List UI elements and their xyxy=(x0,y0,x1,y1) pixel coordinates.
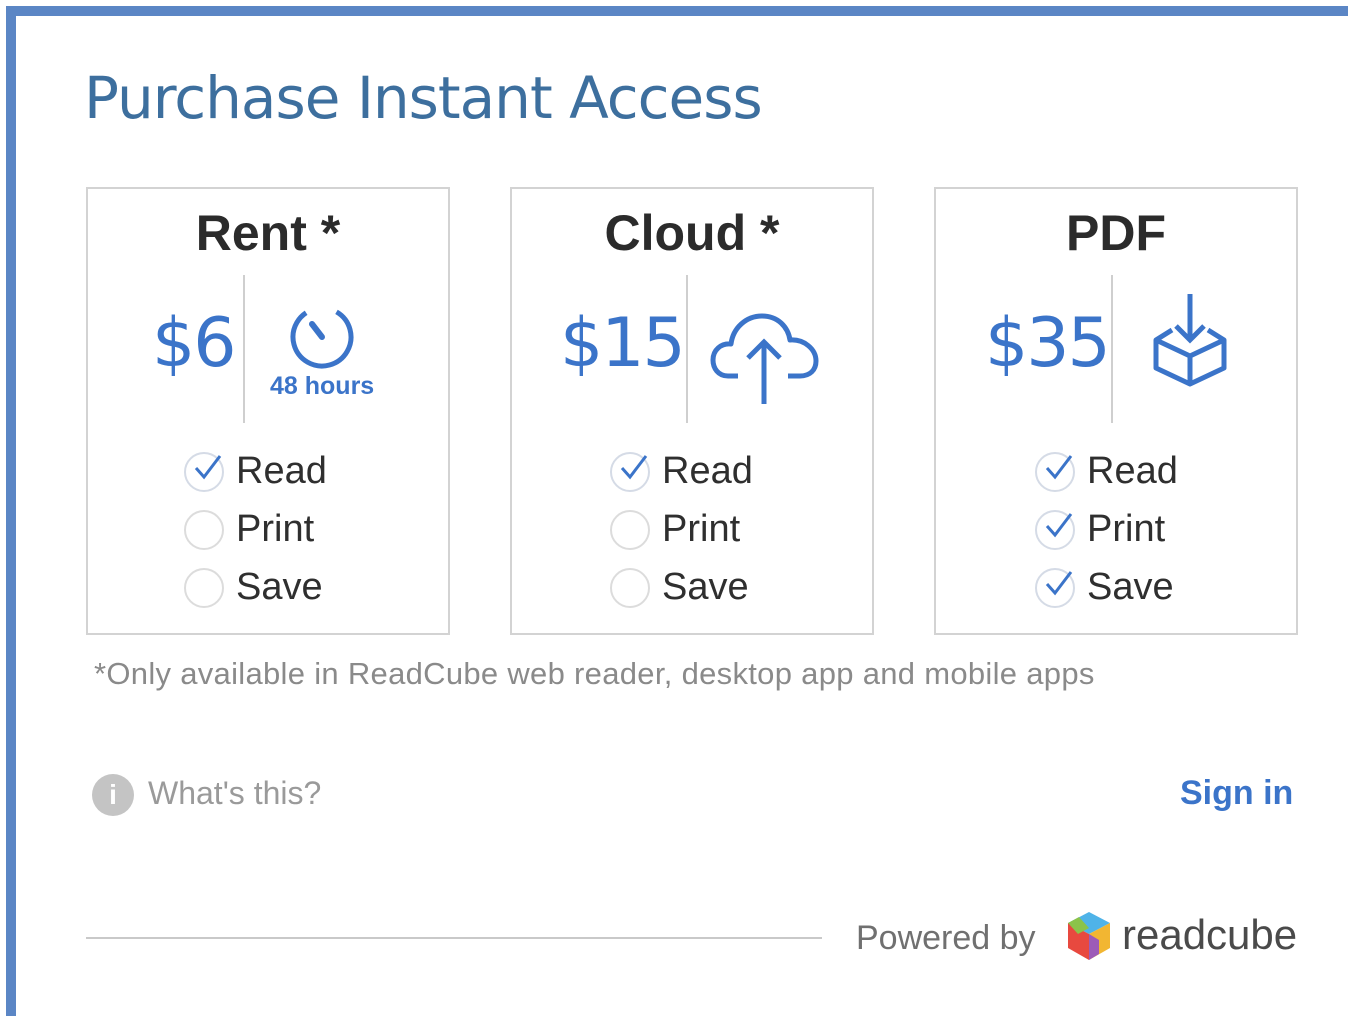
feature-label: Print xyxy=(236,508,315,550)
whats-this-link[interactable]: What's this? xyxy=(148,775,321,812)
feature-label: Print xyxy=(1087,508,1166,550)
option-title-rent: Rent * xyxy=(195,205,341,261)
unchecked-icon xyxy=(610,568,650,608)
availability-footnote: *Only available in ReadCube web reader, … xyxy=(94,656,1095,691)
page-title: Purchase Instant Access xyxy=(84,64,763,132)
checked-icon xyxy=(1035,452,1075,492)
sign-in-link[interactable]: Sign in xyxy=(1180,774,1293,813)
divider xyxy=(686,275,688,423)
feature-label: Read xyxy=(1087,450,1178,492)
readcube-logo-icon xyxy=(1068,912,1110,960)
unchecked-icon xyxy=(184,510,224,550)
feature-label: Read xyxy=(236,450,327,492)
readcube-brand[interactable]: readcube xyxy=(1122,911,1297,959)
option-title-cloud: Cloud * xyxy=(604,205,780,261)
feature-label: Save xyxy=(662,566,749,608)
option-price-pdf: $35 xyxy=(985,304,1111,383)
feature-label: Save xyxy=(1087,566,1174,608)
cloud-upload-icon xyxy=(710,313,819,404)
rental-duration: 48 hours xyxy=(270,372,375,400)
feature-label: Read xyxy=(662,450,753,492)
checked-icon xyxy=(1035,510,1075,550)
feature-label: Print xyxy=(662,508,741,550)
unchecked-icon xyxy=(184,568,224,608)
option-price-cloud: $15 xyxy=(560,304,686,383)
unchecked-icon xyxy=(610,510,650,550)
footer-divider xyxy=(86,937,822,939)
timer-icon xyxy=(290,305,354,369)
powered-by-label: Powered by xyxy=(856,919,1036,957)
option-price-rent: $6 xyxy=(152,304,237,383)
divider xyxy=(243,275,245,423)
checked-icon xyxy=(184,452,224,492)
download-box-icon xyxy=(1153,294,1227,387)
checked-icon xyxy=(610,452,650,492)
checked-icon xyxy=(1035,568,1075,608)
feature-label: Save xyxy=(236,566,323,608)
option-title-pdf: PDF xyxy=(1066,205,1166,261)
divider xyxy=(1111,275,1113,423)
info-icon[interactable]: i xyxy=(92,774,134,816)
